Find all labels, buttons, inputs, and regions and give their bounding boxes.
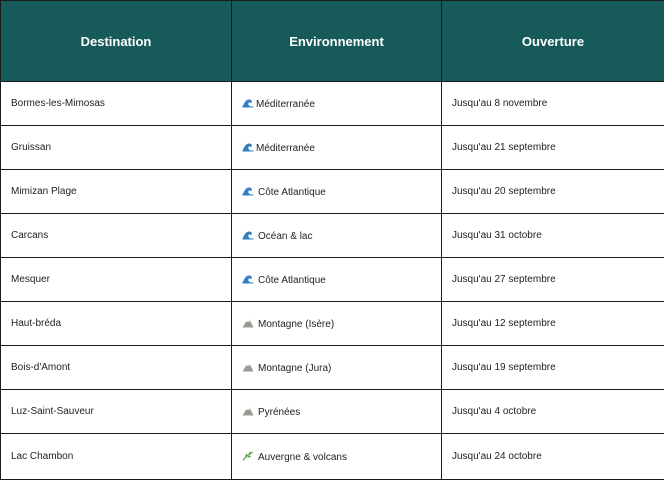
mountain-icon <box>242 406 254 416</box>
wave-icon <box>242 142 254 152</box>
cell-opening: Jusqu'au 27 septembre <box>441 257 664 302</box>
cell-environment: Méditerranée <box>231 81 442 126</box>
cell-destination: Haut-bréda <box>0 301 232 346</box>
cell-environment: Méditerranée <box>231 125 442 170</box>
destinations-table-container: Destination Environnement Ouverture Borm… <box>0 0 664 480</box>
mountain-icon <box>242 362 254 372</box>
cell-destination: Luz-Saint-Sauveur <box>0 389 232 434</box>
cell-environment: Pyrénées <box>231 389 442 434</box>
cell-destination: Gruissan <box>0 125 232 170</box>
cell-opening: Jusqu'au 31 octobre <box>441 213 664 258</box>
table-row: Haut-bréda Montagne (Isère) Jusqu'au 12 se… <box>0 301 664 346</box>
cell-destination: Bormes-les-Mimosas <box>0 81 232 126</box>
cell-opening: Jusqu'au 19 septembre <box>441 345 664 390</box>
environment-label: Méditerranée <box>256 98 315 110</box>
environment-label: Méditerranée <box>256 142 315 154</box>
cell-opening: Jusqu'au 24 octobre <box>441 433 664 480</box>
cell-opening: Jusqu'au 20 septembre <box>441 169 664 214</box>
environment-label: Auvergne & volcans <box>258 451 347 463</box>
cell-destination: Carcans <box>0 213 232 258</box>
wave-icon <box>242 230 254 240</box>
table-header-row: Destination Environnement Ouverture <box>0 0 664 82</box>
environment-label: Océan & lac <box>258 230 313 242</box>
table-row: Bormes-les-Mimosas Méditerranée Jusqu'au 8… <box>0 81 664 126</box>
table-body: Bormes-les-Mimosas Méditerranée Jusqu'au 8… <box>0 81 664 480</box>
cell-environment: Auvergne & volcans <box>231 433 442 480</box>
cell-environment: Côte Atlantique <box>231 257 442 302</box>
wave-icon <box>242 274 254 284</box>
environment-label: Côte Atlantique <box>258 186 326 198</box>
cell-opening: Jusqu'au 4 octobre <box>441 389 664 434</box>
table-row: Luz-Saint-Sauveur Pyrénées Jusqu'au 4 octo… <box>0 389 664 434</box>
destinations-table: Destination Environnement Ouverture Borm… <box>0 0 664 480</box>
cell-destination: Lac Chambon <box>0 433 232 480</box>
cell-opening: Jusqu'au 21 septembre <box>441 125 664 170</box>
environment-label: Montagne (Isère) <box>258 318 335 330</box>
table-row: Carcans Océan & lac Jusqu'au 31 octobre <box>0 213 664 258</box>
table-row: Mimizan Plage Côte Atlantique Jusqu'au 20 … <box>0 169 664 214</box>
table-row: Mesquer Côte Atlantique Jusqu'au 27 septem… <box>0 257 664 302</box>
cell-opening: Jusqu'au 12 septembre <box>441 301 664 346</box>
header-opening: Ouverture <box>441 0 664 82</box>
cell-destination: Mesquer <box>0 257 232 302</box>
cell-destination: Bois-d'Amont <box>0 345 232 390</box>
environment-label: Pyrénées <box>258 406 301 418</box>
herb-icon <box>242 451 254 461</box>
cell-opening: Jusqu'au 8 novembre <box>441 81 664 126</box>
wave-icon <box>242 98 254 108</box>
environment-label: Montagne (Jura) <box>258 362 332 374</box>
mountain-icon <box>242 318 254 328</box>
cell-environment: Montagne (Jura) <box>231 345 442 390</box>
cell-environment: Montagne (Isère) <box>231 301 442 346</box>
table-row: Gruissan Méditerranée Jusqu'au 21 septembr… <box>0 125 664 170</box>
environment-label: Côte Atlantique <box>258 274 326 286</box>
header-environment: Environnement <box>231 0 442 82</box>
cell-environment: Océan & lac <box>231 213 442 258</box>
wave-icon <box>242 186 254 196</box>
cell-environment: Côte Atlantique <box>231 169 442 214</box>
header-destination: Destination <box>0 0 232 82</box>
table-row: Lac Chambon Auvergne & volcans Jusqu'au 24… <box>0 433 664 480</box>
table-row: Bois-d'Amont Montagne (Jura) Jusqu'au 19 s… <box>0 345 664 390</box>
cell-destination: Mimizan Plage <box>0 169 232 214</box>
